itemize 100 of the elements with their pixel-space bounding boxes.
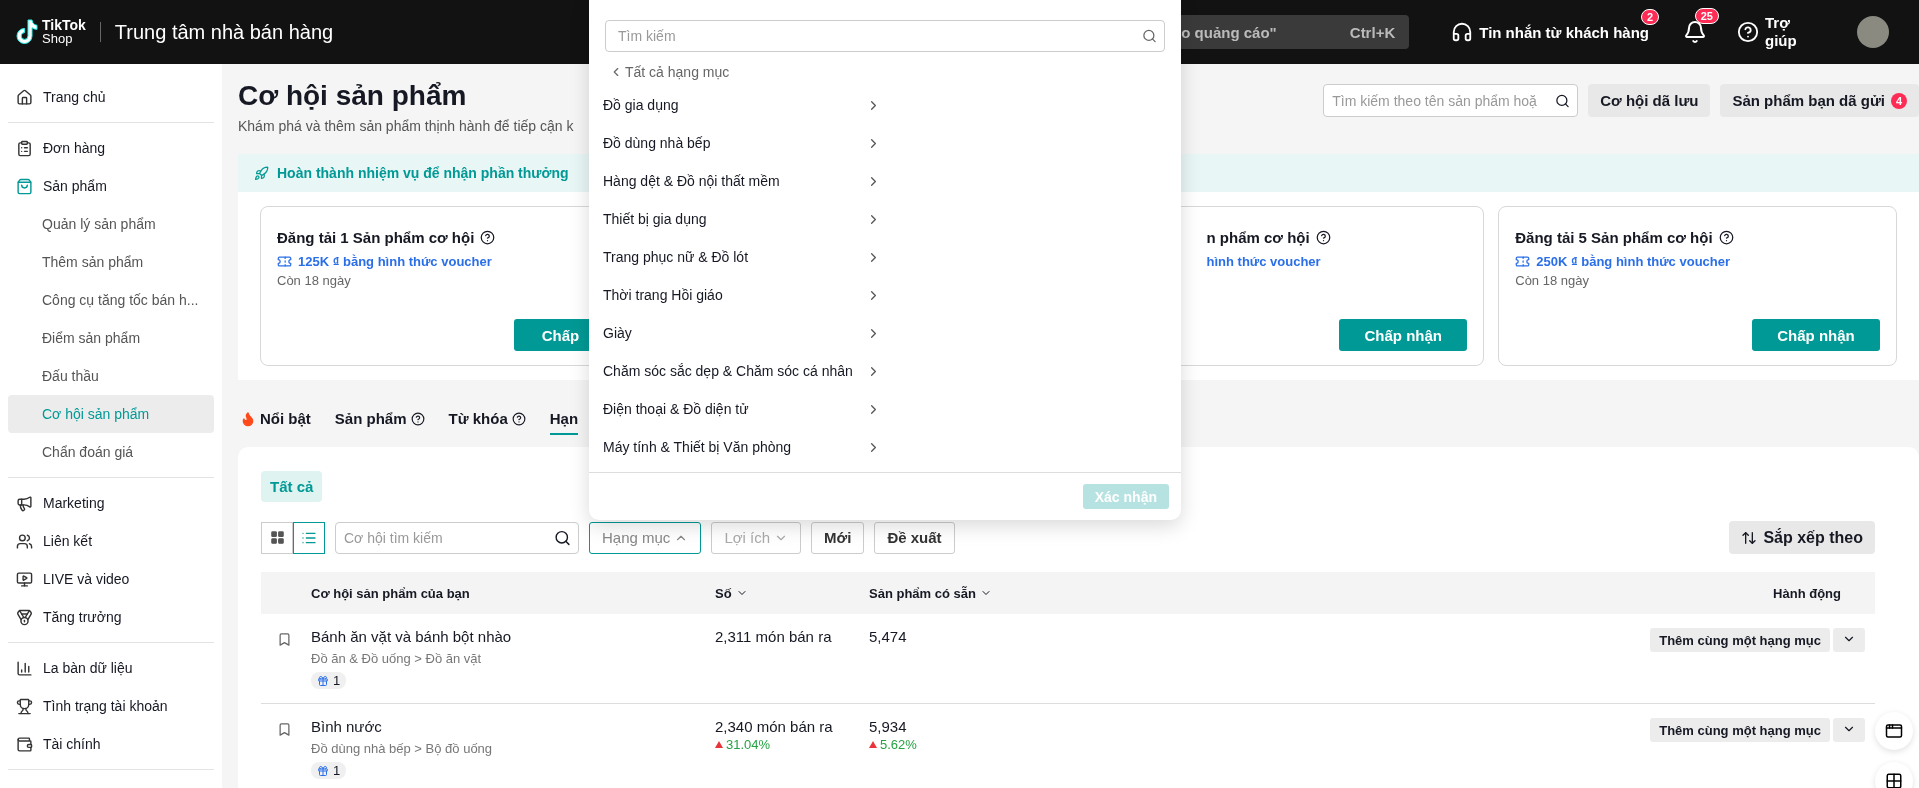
- list-view-button[interactable]: [293, 521, 325, 554]
- help-icon: [1737, 21, 1759, 43]
- flame-icon: [240, 410, 256, 427]
- up-triangle-icon: [869, 741, 877, 748]
- sidebar-item[interactable]: Tăng trưởng: [8, 598, 214, 636]
- column-header[interactable]: Số: [715, 585, 869, 601]
- bookmark-icon[interactable]: [277, 632, 292, 647]
- nav-icon: [16, 570, 33, 588]
- app-title: Trung tâm nhà bán hàng: [99, 22, 334, 42]
- search-icon: [554, 529, 571, 546]
- sidebar-subitem[interactable]: Chẩn đoán giá: [8, 433, 214, 471]
- bookmark-icon[interactable]: [277, 722, 292, 737]
- sidebar-subitem[interactable]: Thêm sản phẩm: [8, 243, 214, 281]
- nav-icon: [16, 177, 33, 195]
- back-link[interactable]: Tất cả hạng mục: [609, 64, 730, 80]
- column-header[interactable]: Sản phẩm có sẵn: [869, 585, 1774, 601]
- up-triangle-icon: [715, 741, 723, 748]
- sort-button[interactable]: Sắp xếp theo: [1729, 521, 1875, 554]
- days-left: Còn 18 ngày: [1515, 273, 1590, 288]
- category-item[interactable]: Đồ dùng nhà bếp: [601, 124, 881, 162]
- voucher-text: 125K ₫ bằng hình thức voucher: [298, 254, 492, 269]
- gift-tag: 1: [311, 672, 347, 689]
- gift-icon: [317, 764, 329, 777]
- nav-icon: [16, 697, 33, 715]
- sidebar-subitem[interactable]: Công cụ tăng tốc bán h...: [8, 281, 214, 319]
- category-item[interactable]: Điện thoại & Đồ diện tử: [601, 390, 881, 428]
- reward-title: Đăng tải 5 Sản phẩm cơ hội: [1515, 229, 1713, 246]
- help-icon: [410, 411, 425, 426]
- avatar[interactable]: [1857, 16, 1889, 48]
- sold-count: 2,311 món bán ra: [715, 628, 833, 645]
- accept-button[interactable]: Chấp nhận: [1752, 319, 1880, 351]
- opportunity-search-field[interactable]: Cơ hội tìm kiếm: [335, 521, 579, 554]
- filter-dropdown[interactable]: Hạng mục: [589, 521, 702, 554]
- sidebar-subitem[interactable]: Điểm sản phẩm: [8, 319, 214, 357]
- category-item[interactable]: Chăm sóc sắc dẹp & Chăm sóc cá nhân: [601, 352, 881, 390]
- notifications-button[interactable]: [1683, 20, 1707, 44]
- category-item[interactable]: Máy tính & Thiết bị Văn phòng: [601, 428, 881, 466]
- sidebar-item[interactable]: Liên kết: [8, 522, 214, 560]
- sidebar-item[interactable]: Tài chính: [8, 725, 214, 763]
- add-category-button[interactable]: Thêm cùng một hạng mục: [1650, 718, 1830, 742]
- window-icon: [1885, 722, 1903, 740]
- category-item[interactable]: Hàng dệt & Đồ nội thất mềm: [601, 162, 881, 200]
- shortcut-hint: Ctrl+K: [1349, 23, 1396, 41]
- column-header: Cơ hội sản phẩm của bạn: [311, 585, 471, 601]
- category-path: Đồ dùng nhà bếp > Bộ đồ uống: [311, 741, 494, 756]
- nav-icon: [16, 659, 33, 677]
- category-item[interactable]: Thiết bị gia dụng: [601, 200, 881, 238]
- nav-icon: [16, 494, 33, 512]
- header-button[interactable]: Cơ hội dã lưu: [1588, 84, 1711, 117]
- grid-view-button[interactable]: [261, 521, 293, 554]
- sidebar-item[interactable]: LIVE và video: [8, 560, 214, 598]
- sidebar-item[interactable]: Sản phẩm: [8, 167, 214, 205]
- sidebar-item[interactable]: Đơn hàng: [8, 129, 214, 167]
- ticket-icon: [1515, 254, 1531, 269]
- search-icon: [1555, 93, 1571, 108]
- reward-title: Đăng tải 1 Sản phẩm cơ hội: [277, 229, 475, 246]
- change-indicator: 31.04%: [715, 737, 869, 752]
- gift-icon: [317, 674, 329, 687]
- tab[interactable]: Hạn: [549, 410, 579, 435]
- sidebar-subitem[interactable]: Quản lý sản phẩm: [8, 205, 214, 243]
- filter-button[interactable]: Đề xuất: [874, 521, 955, 554]
- gift-tag: 1: [311, 762, 347, 779]
- category-search-field[interactable]: Tìm kiếm: [605, 20, 1165, 52]
- sidebar-item[interactable]: Marketing: [8, 484, 214, 522]
- header-button[interactable]: Sản phẩm bạn dã gửi 4: [1720, 84, 1919, 117]
- help-link[interactable]: Trợ giúp: [1737, 14, 1801, 50]
- ticket-icon: [277, 254, 292, 269]
- help-icon: [480, 230, 496, 245]
- accept-button[interactable]: Chấp nhận: [1339, 319, 1468, 351]
- tab[interactable]: Nổi bật: [240, 410, 311, 435]
- add-category-button[interactable]: Thêm cùng một hạng mục: [1650, 628, 1830, 652]
- nav-icon: [16, 139, 33, 157]
- category-item[interactable]: Đồ gia dụng: [601, 86, 881, 124]
- sidebar-subitem[interactable]: Đấu thầu: [8, 357, 214, 395]
- page-title: Cơ hội sản phẩm: [238, 80, 468, 112]
- tab[interactable]: Từ khóa: [448, 410, 526, 435]
- available-count: 5,474: [869, 628, 908, 645]
- headset-icon: [1451, 21, 1474, 43]
- tab[interactable]: Sản phẩm: [334, 410, 425, 435]
- rocket-icon: [254, 165, 269, 181]
- count-badge: 4: [1891, 92, 1907, 109]
- grid-icon: [1885, 772, 1903, 788]
- sort-icon: [1741, 529, 1758, 546]
- sidebar-item[interactable]: Trang chủ: [8, 78, 214, 116]
- column-header: Hành động: [1773, 585, 1841, 601]
- product-search-field[interactable]: Tìm kiếm theo tên sản phẩm hoặ: [1323, 84, 1579, 117]
- category-path: Đồ ăn & Đồ uống > Đồ ăn vặt: [311, 651, 483, 666]
- change-indicator: 5.62%: [869, 737, 1651, 752]
- help-icon: [511, 411, 526, 426]
- sidebar-item[interactable]: La bàn dữ liệu: [8, 649, 214, 687]
- logo-text: TikTok: [42, 19, 86, 32]
- sidebar-item[interactable]: Tình trạng tài khoản: [8, 687, 214, 725]
- help-icon: [1315, 230, 1331, 245]
- reward-title: n phẩm cơ hội: [1206, 229, 1310, 246]
- category-item[interactable]: Trang phục nữ & Đồ lót: [601, 238, 881, 276]
- filter-button[interactable]: Mới: [811, 521, 865, 554]
- nav-icon: [16, 88, 33, 106]
- page-subtitle: Khám phá và thêm sản phẩm thịnh hành để tiếp cận k: [238, 118, 574, 134]
- category-item[interactable]: Thời trang Hồi giáo: [601, 276, 881, 314]
- mission-title: Hoàn thành nhiệm vụ để nhận phần thưởng: [277, 165, 569, 181]
